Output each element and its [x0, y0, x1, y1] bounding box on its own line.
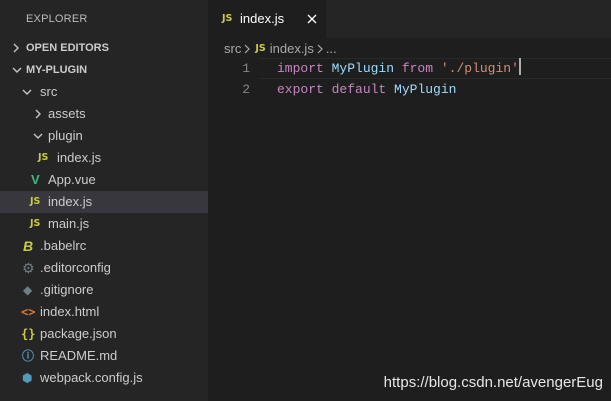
- tree-item-label: App.vue: [48, 172, 96, 187]
- tree-file-main-js[interactable]: JS main.js: [0, 213, 208, 235]
- tree-item-label: package.json: [40, 326, 117, 341]
- tree-file-readme[interactable]: ⓘ README.md: [0, 345, 208, 367]
- breadcrumb-folder[interactable]: src: [224, 41, 241, 56]
- chevron-down-icon: [31, 125, 43, 147]
- webpack-icon: ⬢: [22, 371, 33, 385]
- line-content: import MyPlugin from './plugin': [277, 58, 521, 79]
- line-number: 2: [242, 82, 250, 97]
- git-icon: ◆: [23, 283, 33, 297]
- keyword-token: default: [331, 82, 387, 97]
- keyword-token: import: [277, 61, 324, 76]
- string-token: './plugin': [440, 61, 519, 76]
- keyword-token: export: [277, 82, 324, 97]
- identifier-token: MyPlugin: [394, 82, 457, 97]
- breadcrumb-more[interactable]: ...: [326, 41, 337, 56]
- js-file-icon: JS: [38, 152, 49, 163]
- explorer-sidebar: EXPLORER OPEN EDITORS MY-PLUGIN src asse…: [0, 0, 208, 401]
- identifier-token: MyPlugin: [323, 61, 402, 76]
- open-editors-section[interactable]: OPEN EDITORS: [0, 37, 208, 59]
- js-file-icon: JS: [30, 218, 41, 229]
- tree-file-index-js[interactable]: JS index.js: [0, 191, 208, 213]
- code-line[interactable]: 1 import MyPlugin from './plugin': [208, 58, 611, 79]
- project-label: MY-PLUGIN: [26, 64, 88, 76]
- info-icon: ⓘ: [22, 349, 35, 363]
- html-file-icon: <>: [21, 305, 36, 319]
- tree-file-package-json[interactable]: {} package.json: [0, 323, 208, 345]
- explorer-title: EXPLORER: [26, 13, 88, 25]
- chevron-down-icon: [20, 81, 32, 103]
- tree-item-label: plugin: [48, 128, 83, 143]
- close-icon[interactable]: [306, 13, 318, 25]
- tree-item-label: index.js: [48, 194, 93, 209]
- vue-file-icon: V: [31, 172, 40, 187]
- tree-item-label: .editorconfig: [40, 260, 111, 275]
- tree-folder-src[interactable]: src: [0, 81, 208, 103]
- tree-item-label: README.md: [40, 348, 118, 363]
- keyword-token: from: [401, 61, 434, 76]
- tree-item-label: index.js: [57, 150, 102, 165]
- chevron-down-icon: [10, 59, 22, 81]
- open-editors-label: OPEN EDITORS: [26, 42, 109, 54]
- tree-item-label: assets: [48, 106, 86, 121]
- js-file-icon: JS: [30, 196, 41, 207]
- breadcrumb-file[interactable]: index.js: [270, 41, 314, 56]
- tree-folder-plugin[interactable]: plugin: [0, 125, 208, 147]
- tree-file-app-vue[interactable]: V App.vue: [0, 169, 208, 191]
- text-cursor: [518, 58, 521, 75]
- js-file-icon: JS: [255, 43, 266, 54]
- tab-bar: JS index.js: [208, 0, 611, 38]
- code-line[interactable]: 2 export default MyPlugin: [208, 79, 611, 100]
- js-file-icon: JS: [222, 13, 233, 24]
- tree-file-plugin-index-js[interactable]: JS index.js: [0, 147, 208, 169]
- line-content: export default MyPlugin: [277, 79, 456, 100]
- editor-pane: JS index.js src JS index.js... 1 import My…: [208, 0, 611, 401]
- gear-icon: ⚙: [22, 260, 35, 276]
- line-number: 1: [242, 61, 250, 76]
- tab-label: index.js: [240, 11, 285, 26]
- tree-folder-assets[interactable]: assets: [0, 103, 208, 125]
- tree-item-label: .babelrc: [40, 238, 87, 253]
- chevron-right-icon: [10, 37, 22, 59]
- json-file-icon: {}: [21, 327, 36, 341]
- tree-file-gitignore[interactable]: ◆ .gitignore: [0, 279, 208, 301]
- tree-item-label: src: [40, 84, 58, 99]
- chevron-right-icon: [314, 38, 326, 60]
- chevron-right-icon: [32, 103, 44, 125]
- watermark: https://blog.csdn.net/avengerEug: [383, 374, 603, 391]
- babel-file-icon: B: [23, 238, 34, 254]
- tree-file-babelrc[interactable]: B .babelrc: [0, 235, 208, 257]
- chevron-right-icon: [241, 38, 253, 60]
- project-section[interactable]: MY-PLUGIN: [0, 59, 208, 81]
- tab-index-js[interactable]: JS index.js: [208, 0, 326, 38]
- tree-file-webpack-config[interactable]: ⬢ webpack.config.js: [0, 367, 208, 389]
- tree-item-label: webpack.config.js: [40, 370, 143, 385]
- code-editor[interactable]: 1 import MyPlugin from './plugin' 2 expo…: [208, 58, 611, 100]
- tree-item-label: main.js: [48, 216, 90, 231]
- tree-item-label: index.html: [40, 304, 100, 319]
- breadcrumb: src JS index.js...: [224, 38, 337, 60]
- tree-file-editorconfig[interactable]: ⚙ .editorconfig: [0, 257, 208, 279]
- tree-item-label: .gitignore: [40, 282, 94, 297]
- tree-file-index-html[interactable]: <> index.html: [0, 301, 208, 323]
